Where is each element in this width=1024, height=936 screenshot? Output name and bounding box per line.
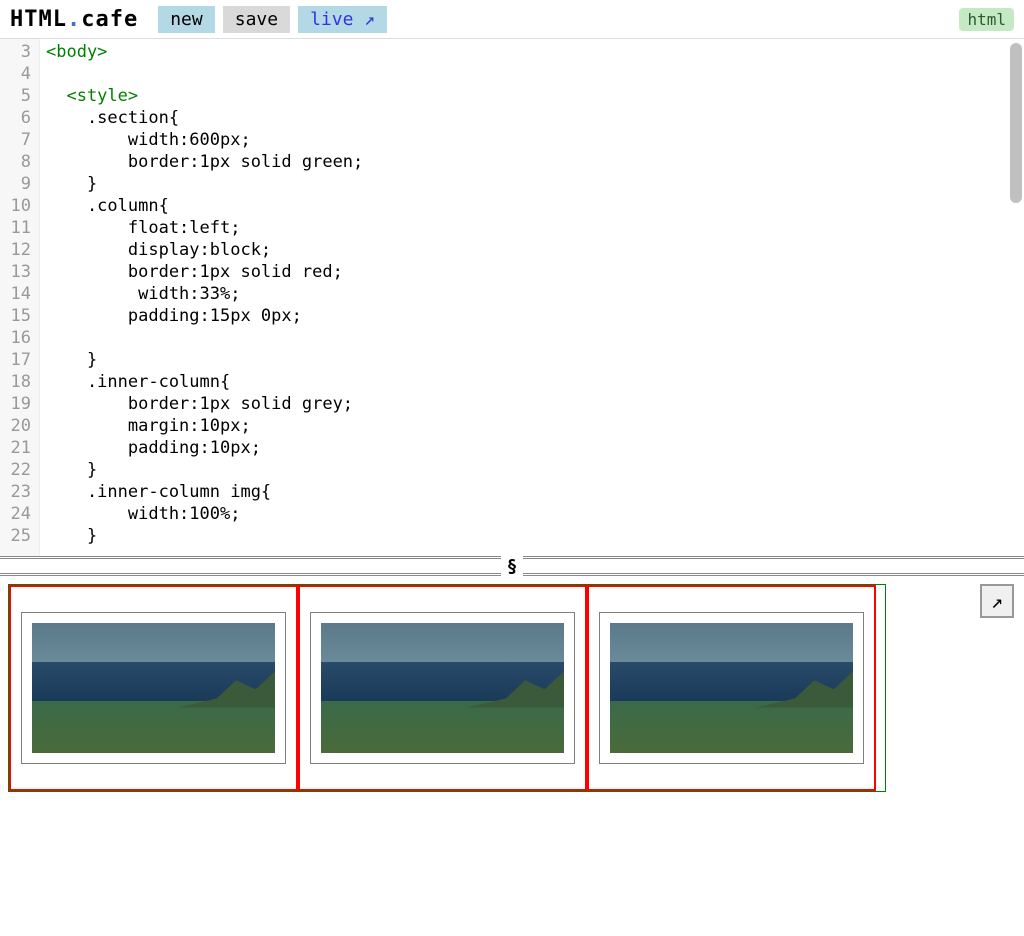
line-number: 10 [0, 195, 39, 217]
live-button[interactable]: live ↗ [298, 6, 387, 33]
preview-column [298, 585, 587, 791]
code-editor-panel: 345678910111213141516171819202122232425 … [0, 38, 1024, 556]
code-line[interactable]: float:left; [46, 217, 1024, 239]
line-number: 4 [0, 63, 39, 85]
code-line[interactable]: border:1px solid grey; [46, 393, 1024, 415]
preview-inner-column [21, 612, 286, 764]
split-divider[interactable]: § [0, 556, 1024, 576]
line-number: 19 [0, 393, 39, 415]
editor-scrollbar[interactable] [1010, 43, 1022, 203]
preview-panel: ↗ [0, 576, 1024, 936]
app-logo: HTML.cafe [10, 7, 138, 32]
code-line[interactable]: border:1px solid red; [46, 261, 1024, 283]
code-line[interactable] [46, 63, 1024, 85]
code-line[interactable]: } [46, 459, 1024, 481]
preview-section [8, 584, 886, 792]
line-number: 20 [0, 415, 39, 437]
line-number: 12 [0, 239, 39, 261]
code-line[interactable]: width:600px; [46, 129, 1024, 151]
line-number: 22 [0, 459, 39, 481]
preview-inner-column [599, 612, 864, 764]
preview-image [32, 623, 275, 753]
line-number: 5 [0, 85, 39, 107]
logo-html-part: HTML [10, 7, 67, 32]
code-line[interactable]: .section{ [46, 107, 1024, 129]
preview-column [587, 585, 876, 791]
code-line[interactable]: <body> [46, 41, 1024, 63]
line-number: 23 [0, 481, 39, 503]
code-line[interactable]: padding:15px 0px; [46, 305, 1024, 327]
new-button[interactable]: new [158, 6, 215, 33]
code-line[interactable]: margin:10px; [46, 415, 1024, 437]
line-number: 13 [0, 261, 39, 283]
code-line[interactable]: .inner-column img{ [46, 481, 1024, 503]
line-number: 11 [0, 217, 39, 239]
html-badge: html [959, 8, 1014, 31]
line-number: 15 [0, 305, 39, 327]
editor-content[interactable]: 345678910111213141516171819202122232425 … [0, 39, 1024, 556]
app-header: HTML.cafe new save live ↗ html [0, 0, 1024, 38]
preview-inner-column [310, 612, 575, 764]
preview-column [9, 585, 298, 791]
split-drag-icon: § [501, 556, 524, 577]
code-line[interactable]: } [46, 525, 1024, 547]
live-label: live [310, 9, 353, 30]
popout-button[interactable]: ↗ [980, 584, 1014, 618]
save-button[interactable]: save [223, 6, 290, 33]
code-line[interactable]: padding:10px; [46, 437, 1024, 459]
code-line[interactable]: border:1px solid green; [46, 151, 1024, 173]
line-number: 14 [0, 283, 39, 305]
logo-cafe-part: cafe [81, 7, 138, 32]
external-link-icon: ↗ [364, 9, 375, 30]
code-line[interactable]: } [46, 173, 1024, 195]
line-number: 24 [0, 503, 39, 525]
code-line[interactable]: display:block; [46, 239, 1024, 261]
code-line[interactable]: <style> [46, 85, 1024, 107]
line-number: 21 [0, 437, 39, 459]
popout-icon: ↗ [991, 589, 1003, 613]
code-line[interactable]: } [46, 349, 1024, 371]
line-number: 17 [0, 349, 39, 371]
line-number: 9 [0, 173, 39, 195]
code-line[interactable]: width:33%; [46, 283, 1024, 305]
logo-dot-part: . [67, 7, 81, 32]
line-number: 25 [0, 525, 39, 547]
code-text-area[interactable]: <body> <style> .section{ width:600px; bo… [40, 39, 1024, 556]
line-number: 8 [0, 151, 39, 173]
preview-image [321, 623, 564, 753]
line-number: 6 [0, 107, 39, 129]
line-number: 18 [0, 371, 39, 393]
code-line[interactable]: .inner-column{ [46, 371, 1024, 393]
line-number: 16 [0, 327, 39, 349]
line-number: 3 [0, 41, 39, 63]
code-line[interactable]: .column{ [46, 195, 1024, 217]
code-line[interactable] [46, 327, 1024, 349]
line-number: 7 [0, 129, 39, 151]
line-number-gutter: 345678910111213141516171819202122232425 [0, 39, 40, 556]
code-line[interactable]: width:100%; [46, 503, 1024, 525]
preview-image [610, 623, 853, 753]
